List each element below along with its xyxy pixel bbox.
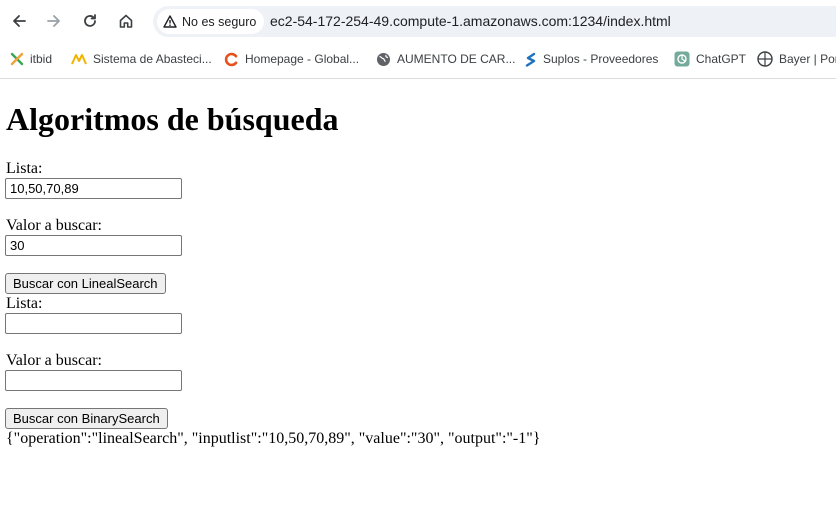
forward-arrow-icon [47,15,60,27]
search-result-output: {"operation":"linealSearch", "inputlist"… [6,430,541,447]
bookmark-label: itbid [30,52,53,66]
site-security-chip[interactable]: No es seguro [157,9,265,34]
bookmark-homepage[interactable]: Homepage - Global... [224,50,359,68]
linear-list-input[interactable] [5,178,182,199]
forward-button[interactable] [41,8,67,34]
globe-icon [377,52,390,66]
page-title: Algoritmos de búsqueda [6,101,339,137]
bookmark-itbid[interactable]: itbid [10,50,52,68]
linear-value-input[interactable] [5,235,182,256]
back-button[interactable] [6,8,32,34]
home-icon [119,14,133,28]
bookmark-chatgpt[interactable]: ChatGPT [674,50,746,68]
binary-value-label: Valor a buscar: [6,352,102,369]
page-content: Algoritmos de búsqueda [6,102,339,137]
binary-search-button[interactable]: Buscar con BinarySearch [5,408,168,429]
back-arrow-icon [13,15,26,27]
bookmark-bayer[interactable]: Bayer | Por [757,50,836,68]
bookmark-label: Homepage - Global... [245,52,360,66]
itbid-icon [10,52,24,66]
linear-list-label: Lista: [6,160,43,177]
bookmark-label: ChatGPT [696,52,747,66]
url-text[interactable]: ec2-54-172-254-49.compute-1.amazonaws.co… [270,13,671,29]
bookmark-label: AUMENTO DE CAR... [397,52,516,66]
bookmark-label: Bayer | Por [779,52,836,66]
binary-list-input[interactable] [5,313,182,334]
bookmark-aumento[interactable]: AUMENTO DE CAR... [376,50,515,68]
reload-button[interactable] [77,8,103,34]
bookmark-label: Suplos - Proveedores [543,52,659,66]
home-button[interactable] [113,8,139,34]
chrome-divider [0,78,836,79]
binary-value-input[interactable] [5,370,182,391]
homepage-c-icon [224,52,238,66]
bookmark-label: Sistema de Abasteci... [93,52,212,66]
warning-icon [163,15,177,28]
chatgpt-icon [674,51,690,67]
bayer-icon [757,51,773,67]
sistema-logo-icon [71,54,87,65]
suplos-icon [525,52,536,67]
browser-toolbar: No es seguro ec2-54-172-254-49.compute-1… [0,0,836,42]
reload-icon [84,14,96,27]
lineal-search-button[interactable]: Buscar con LinealSearch [5,273,166,294]
linear-value-label: Valor a buscar: [6,217,102,234]
bookmark-sistema[interactable]: Sistema de Abasteci... [71,50,212,68]
address-bar[interactable]: No es seguro ec2-54-172-254-49.compute-1… [153,6,836,37]
security-chip-label: No es seguro [182,14,257,29]
binary-list-label: Lista: [6,295,43,312]
bookmark-suplos[interactable]: Suplos - Proveedores [524,50,658,68]
bookmarks-bar: itbid Sistema de Abasteci... Homepage - … [0,42,836,75]
